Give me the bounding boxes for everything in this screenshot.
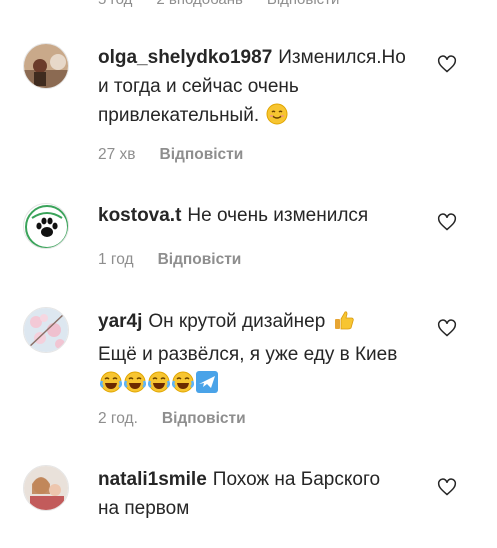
comment-body: natali1smile Похож на Барского на первом: [98, 465, 404, 523]
joy-emoji: [123, 371, 147, 402]
comment-meta: 2 год. Відповісти: [98, 410, 246, 428]
thumbs-up-emoji: [333, 309, 355, 340]
smiling-face-emoji: [266, 103, 288, 134]
reply-button[interactable]: Відповісти: [162, 410, 246, 428]
reply-button[interactable]: Відповісти: [267, 0, 340, 9]
comment-time: 1 год: [98, 251, 134, 268]
comment-meta: 1 год Відповісти: [98, 251, 241, 269]
comment-username[interactable]: yar4j: [98, 311, 142, 332]
heart-outline-icon[interactable]: [437, 318, 457, 338]
comment-meta: 27 хв Відповісти: [98, 146, 243, 164]
heart-outline-icon[interactable]: [437, 212, 457, 232]
comment-body: yar4j Он крутой дизайнер Ещё и развёлся, …: [98, 307, 404, 402]
joy-emoji: [99, 371, 123, 402]
heart-outline-icon[interactable]: [437, 54, 457, 74]
reply-button[interactable]: Відповісти: [158, 251, 242, 269]
reply-button[interactable]: Відповісти: [160, 146, 244, 164]
comment-time: 27 хв: [98, 146, 136, 163]
comment-text: Не очень изменился: [187, 205, 369, 226]
emoji-row: [98, 371, 218, 394]
comment-time: 2 год.: [98, 410, 138, 427]
comment-username[interactable]: olga_shelydko1987: [98, 47, 272, 68]
comment-time: 5 год: [98, 0, 132, 9]
previous-comment-meta: 5 год 2 вподобань Відповісти: [98, 0, 339, 9]
heart-outline-icon[interactable]: [437, 477, 457, 497]
comment-username[interactable]: kostova.t: [98, 205, 181, 226]
avatar[interactable]: [23, 465, 69, 511]
avatar[interactable]: [23, 203, 69, 249]
comment-body: olga_shelydko1987 Изменился.Но и тогда и …: [98, 43, 406, 134]
comment-text: Он крутой дизайнер: [148, 311, 326, 332]
comment-username[interactable]: natali1smile: [98, 469, 207, 490]
joy-emoji: [147, 371, 171, 402]
comment-body: kostova.t Не очень изменился: [98, 201, 404, 230]
avatar[interactable]: [23, 307, 69, 353]
joy-emoji: [171, 371, 195, 402]
airplane-emoji: [196, 371, 218, 402]
comment-text-continued: Ещё и развёлся, я уже еду в Киев: [98, 344, 398, 365]
comment-likes[interactable]: 2 вподобань: [156, 0, 242, 9]
avatar[interactable]: [23, 43, 69, 89]
